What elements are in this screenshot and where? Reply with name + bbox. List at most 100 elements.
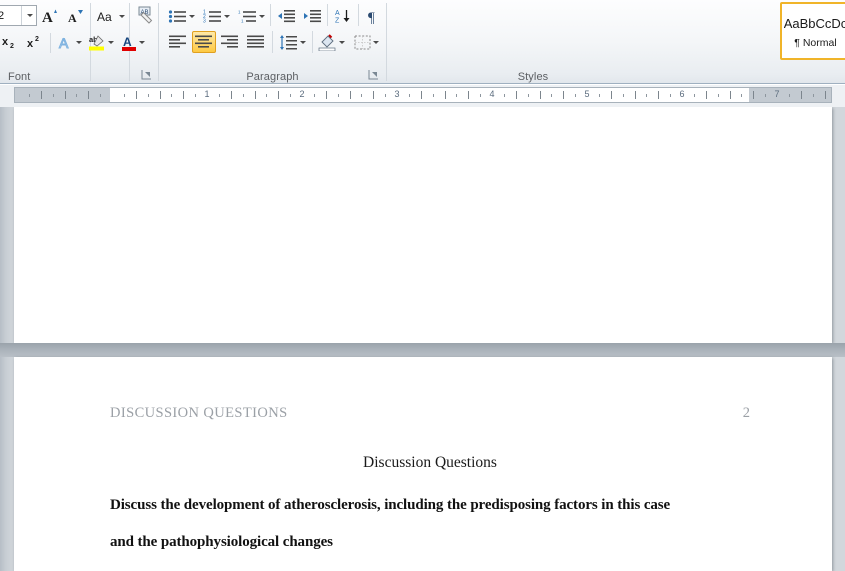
ruler-tick [28, 94, 30, 97]
subscript-icon[interactable]: x2 [0, 31, 23, 53]
ruler-tick [575, 94, 577, 97]
svg-text:A: A [68, 11, 77, 25]
ruler-tick [313, 94, 315, 97]
ruler-tick [670, 94, 672, 97]
paragraph-line-1: Discuss the development of atheroscleros… [110, 497, 671, 513]
style-preview: AaBbCcDc [783, 15, 845, 31]
ruler-number: 6 [679, 89, 685, 99]
svg-text:A: A [335, 10, 340, 17]
sort-icon[interactable]: A Z [331, 5, 355, 27]
ruler[interactable]: 1 2 3 4 5 6 7 [0, 85, 845, 197]
document-page-2[interactable]: DISCUSSION QUESTIONS 2 Discussion Questi… [14, 357, 832, 571]
ruler-tick [729, 91, 731, 99]
font-dialog-launcher[interactable] [141, 69, 152, 80]
ruler-tick [147, 94, 149, 97]
change-case-icon[interactable]: Aa [95, 5, 126, 27]
styles-gallery[interactable]: AaBbCcDc ¶ Normal AaBbCcDc ¶ No Spaci...… [780, 2, 845, 62]
ruler-tick [753, 91, 755, 99]
ruler-tick [88, 91, 90, 99]
font-size-combo[interactable]: 2 [0, 5, 37, 26]
ruler-tick [337, 94, 339, 97]
ruler-tick [218, 94, 220, 97]
document-canvas[interactable]: DISCUSSION QUESTIONS 2 Discussion Questi… [0, 107, 845, 571]
document-page-1[interactable] [14, 107, 832, 343]
ribbon-group-font: 2 A A Aa AB x2 x2 A ab A Font [0, 0, 158, 84]
align-center-icon[interactable] [192, 31, 216, 53]
numbering-icon[interactable]: 1 2 3 [201, 5, 232, 27]
shrink-font-icon[interactable]: A [63, 5, 86, 27]
grow-font-icon[interactable]: A [38, 5, 61, 27]
svg-text:1: 1 [241, 18, 244, 23]
ruler-tick [349, 91, 351, 99]
font-color-icon[interactable]: A [119, 31, 147, 53]
ruler-number: 3 [394, 89, 400, 99]
font-size-dropdown-icon[interactable] [21, 6, 36, 25]
header-page-number: 2 [742, 405, 750, 421]
document-title[interactable]: Discussion Questions [110, 454, 750, 472]
ruler-tick [123, 94, 125, 97]
ribbon: 2 A A Aa AB x2 x2 A ab A Font 1 2 3 1 1 … [0, 0, 845, 84]
ruler-tick [812, 94, 814, 97]
svg-text:Aa: Aa [97, 10, 112, 24]
ruler-tick [408, 94, 410, 97]
ruler-tick [290, 94, 292, 97]
divider [386, 3, 387, 81]
shading-icon[interactable] [316, 31, 347, 53]
line-spacing-icon[interactable] [277, 31, 308, 53]
document-header[interactable]: DISCUSSION QUESTIONS 2 [110, 405, 750, 422]
ruler-tick [741, 94, 743, 97]
ruler-tick [705, 91, 707, 99]
paragraph-line-2: and the pathophysiological changes [110, 534, 333, 550]
document-body-paragraph[interactable]: Discuss the development of atheroscleros… [110, 487, 750, 561]
ruler-tick [64, 91, 66, 99]
align-right-icon[interactable] [218, 31, 242, 53]
style-item-normal[interactable]: AaBbCcDc ¶ Normal [780, 2, 845, 60]
ruler-number: 7 [774, 89, 780, 99]
ruler-tick [515, 91, 517, 99]
svg-text:A: A [59, 35, 69, 50]
svg-text:3: 3 [203, 18, 206, 24]
ruler-tick [765, 94, 767, 97]
ruler-tick [480, 94, 482, 97]
ruler-tick [539, 91, 541, 99]
ruler-tick [800, 91, 802, 99]
ruler-bar[interactable]: 1 2 3 4 5 6 7 [14, 87, 832, 103]
justify-icon[interactable] [244, 31, 268, 53]
bullets-icon[interactable] [166, 5, 197, 27]
ruler-tick [325, 91, 327, 99]
decrease-indent-icon[interactable] [274, 5, 298, 27]
clear-formatting-icon[interactable]: AB [133, 4, 157, 26]
document-title-text: Discussion Questions [363, 454, 497, 471]
ruler-tick [183, 91, 185, 99]
ruler-tick [717, 94, 719, 97]
multilevel-list-icon[interactable]: 1 1 [236, 5, 267, 27]
show-formatting-marks-icon[interactable]: ¶ [362, 5, 384, 27]
group-label-font: Font [8, 71, 31, 83]
align-left-icon[interactable] [166, 31, 190, 53]
ruler-tick [658, 91, 660, 99]
svg-text:1: 1 [238, 9, 241, 14]
ruler-tick [230, 91, 232, 99]
ruler-tick [100, 94, 102, 97]
ruler-tick [693, 94, 695, 97]
ruler-tick [171, 94, 173, 97]
ruler-tick [135, 91, 137, 99]
text-highlight-color-icon[interactable]: ab [87, 31, 115, 53]
borders-icon[interactable] [351, 31, 382, 53]
svg-text:x: x [27, 38, 34, 50]
svg-text:¶: ¶ [368, 10, 375, 24]
superscript-icon[interactable]: x2 [24, 31, 48, 53]
divider [327, 4, 328, 26]
header-title-text: DISCUSSION QUESTIONS [110, 405, 288, 421]
svg-text:2: 2 [10, 43, 14, 50]
ribbon-group-paragraph: 1 2 3 1 1 A Z ¶ Paragraph [160, 0, 385, 84]
ruler-tick [254, 91, 256, 99]
paragraph-dialog-launcher[interactable] [368, 69, 379, 80]
divider [50, 33, 51, 53]
text-effects-icon[interactable]: A [55, 31, 83, 53]
font-size-value: 2 [0, 9, 5, 22]
ruler-right-margin [749, 88, 831, 102]
ruler-tick [646, 94, 648, 97]
ruler-tick [76, 94, 78, 97]
increase-indent-icon[interactable] [300, 5, 324, 27]
